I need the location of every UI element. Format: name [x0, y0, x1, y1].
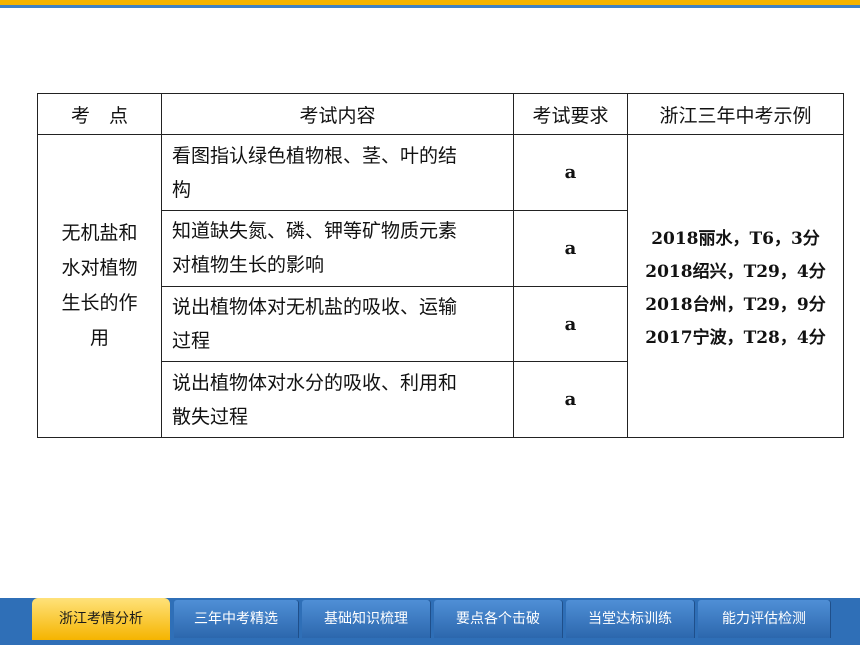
header-topic: 考 点 [37, 92, 162, 136]
header-requirement: 考试要求 [513, 92, 628, 136]
table-row: 无机盐和 水对植物 生长的作 用 看图指认绿色植物根、茎、叶的结 构 a 201… [37, 134, 844, 438]
exam-points-table: 考 点 考试内容 考试要求 浙江三年中考示例 无机盐和 水对植物 生长的作 用 … [37, 92, 844, 438]
content-cell: 说出植物体对无机盐的吸收、运输 过程 [161, 285, 514, 363]
example-line: 2017宁波，T28，4分 [645, 327, 826, 348]
example-line: 2018台州，T29，9分 [645, 294, 826, 315]
requirement-cell: a [513, 134, 628, 212]
content-line: 说出植物体对水分的吸收、利用和 [172, 371, 458, 394]
example-line: 2018绍兴，T29，4分 [645, 261, 826, 282]
content-line: 知道缺失氮、磷、钾等矿物质元素 [172, 220, 458, 243]
content-line: 构 [172, 178, 192, 201]
nav-tab-past-exams[interactable]: 三年中考精选 [174, 600, 298, 638]
content-cell: 看图指认绿色植物根、茎、叶的结 构 [161, 134, 514, 212]
nav-tab-knowledge-review[interactable]: 基础知识梳理 [302, 600, 430, 638]
bottom-nav-bar: 浙江考情分析 三年中考精选 基础知识梳理 要点各个击破 当堂达标训练 能力评估检… [0, 598, 860, 645]
topic-line: 用 [89, 327, 109, 350]
nav-tab-class-practice[interactable]: 当堂达标训练 [566, 600, 694, 638]
topic-line: 水对植物 [61, 257, 138, 280]
content-line: 看图指认绿色植物根、茎、叶的结 [172, 144, 458, 167]
top-accent-bar-blue [0, 5, 860, 8]
nav-tab-exam-analysis[interactable]: 浙江考情分析 [32, 598, 170, 640]
content-cell: 知道缺失氮、磷、钾等矿物质元素 对植物生长的影响 [161, 210, 514, 287]
content-line: 过程 [172, 330, 211, 352]
topic-line: 无机盐和 [61, 222, 138, 245]
content-line: 说出植物体对无机盐的吸收、运输 [172, 296, 458, 318]
nav-tab-key-points[interactable]: 要点各个击破 [434, 600, 562, 638]
header-content: 考试内容 [161, 92, 514, 136]
requirement-cell: a [513, 285, 628, 363]
nav-tab-ability-test[interactable]: 能力评估检测 [698, 600, 830, 638]
example-line: 2018丽水，T6，3分 [651, 228, 820, 249]
examples-cell: 2018丽水，T6，3分 2018绍兴，T29，4分 2018台州，T29，9分… [627, 134, 844, 438]
topic-line: 生长的作 [61, 292, 138, 315]
requirement-cell: a [513, 210, 628, 287]
requirement-cell: a [513, 361, 628, 438]
content-cell: 说出植物体对水分的吸收、利用和 散失过程 [161, 361, 514, 438]
content-line: 散失过程 [172, 405, 249, 428]
header-examples: 浙江三年中考示例 [627, 92, 844, 136]
topic-cell: 无机盐和 水对植物 生长的作 用 [37, 134, 162, 438]
content-line: 对植物生长的影响 [172, 254, 325, 277]
table-header-row: 考 点 考试内容 考试要求 浙江三年中考示例 [37, 92, 844, 136]
